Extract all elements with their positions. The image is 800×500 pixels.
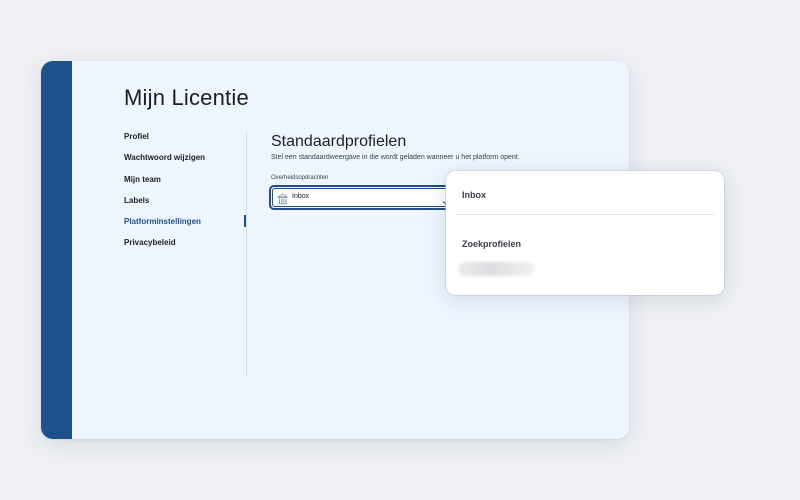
- select-value: Inbox: [292, 193, 310, 200]
- building-icon: [276, 192, 289, 205]
- default-profile-select[interactable]: Inbox: [272, 188, 457, 207]
- dropdown-option-inbox[interactable]: Inbox: [462, 190, 486, 200]
- sidebar-nav: Profiel Wachtwoord wijzigen Mijn team La…: [124, 131, 249, 259]
- sidebar-item-wachtwoord-wijzigen[interactable]: Wachtwoord wijzigen: [124, 152, 249, 173]
- section-description: Stel een standaardweergave in die wordt …: [271, 154, 520, 161]
- blurred-search-profile-option[interactable]: [458, 262, 535, 276]
- select-dropdown-panel: Inbox Zoekprofielen: [446, 171, 724, 295]
- stage: Mijn Licentie Profiel Wachtwoord wijzige…: [0, 0, 800, 500]
- nav-active-indicator: [244, 215, 246, 227]
- sidebar-item-profiel[interactable]: Profiel: [124, 131, 249, 152]
- select-focus-ring: Inbox: [269, 185, 460, 210]
- sidebar-item-platforminstellingen[interactable]: Platforminstellingen: [124, 216, 249, 237]
- sidebar-item-mijn-team[interactable]: Mijn team: [124, 174, 249, 195]
- page-title: Mijn Licentie: [124, 85, 249, 110]
- section-title: Standaardprofielen: [271, 133, 407, 150]
- sidebar-item-labels[interactable]: Labels: [124, 195, 249, 216]
- field-label: Overheidsopdrachten: [271, 175, 329, 181]
- dropdown-group-label: Zoekprofielen: [462, 239, 522, 249]
- accent-bar: [41, 61, 72, 439]
- nav-divider: [246, 131, 247, 376]
- dropdown-divider: [456, 214, 714, 215]
- sidebar-item-privacybeleid[interactable]: Privacybeleid: [124, 237, 249, 258]
